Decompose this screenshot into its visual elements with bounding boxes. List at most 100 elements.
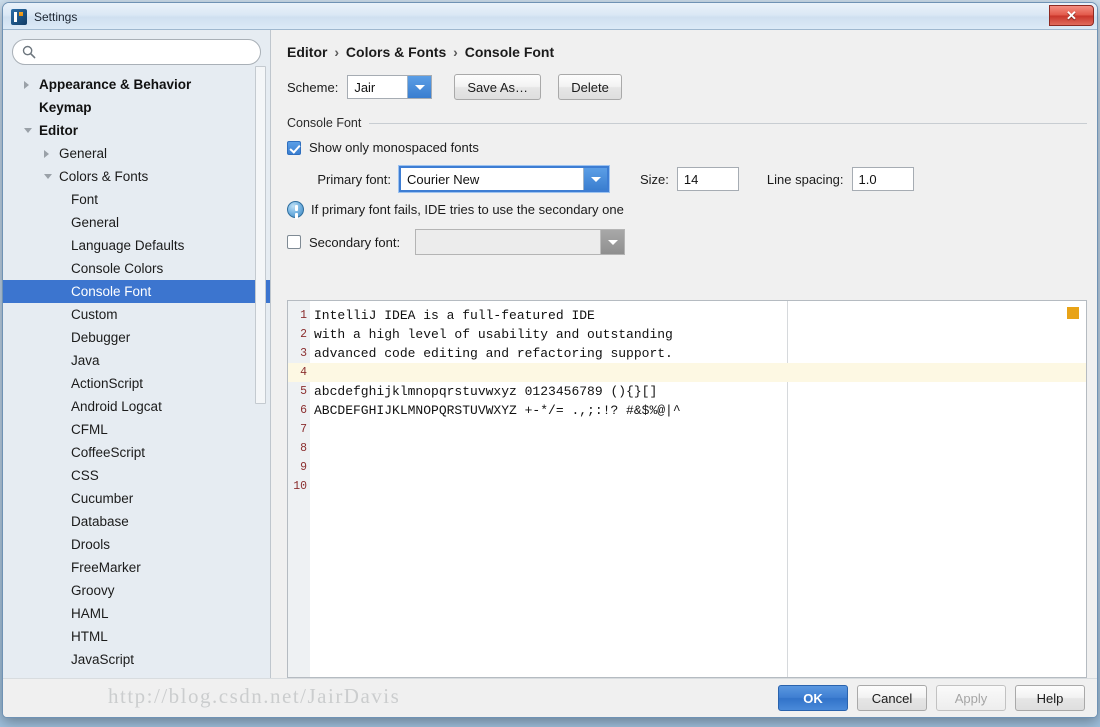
chevron-right-icon[interactable] — [44, 150, 49, 158]
sidebar-item-cfml[interactable]: CFML — [3, 418, 270, 441]
sidebar-item-label: Custom — [71, 307, 118, 322]
scheme-combo-value: Jair — [354, 79, 376, 95]
sidebar-item-android-logcat[interactable]: Android Logcat — [3, 395, 270, 418]
close-icon[interactable]: ✕ — [1049, 5, 1094, 26]
help-button[interactable]: Help — [1015, 685, 1085, 711]
preview-line-text: with a high level of usability and outst… — [314, 327, 673, 342]
watermark: http://blog.csdn.net/JairDavis — [108, 684, 401, 708]
close-glyph: ✕ — [1066, 7, 1077, 23]
secondary-font-checkbox[interactable] — [287, 235, 301, 249]
sidebar-item-font[interactable]: Font — [3, 188, 270, 211]
breadcrumb: Editor › Colors & Fonts › Console Font — [287, 44, 1087, 60]
sidebar-item-haml[interactable]: HAML — [3, 602, 270, 625]
settings-tree[interactable]: Appearance & Behavior Keymap Editor General… — [3, 71, 270, 679]
chevron-down-icon[interactable] — [407, 76, 432, 98]
sidebar-item-drools[interactable]: Drools — [3, 533, 270, 556]
show-monospaced-checkbox[interactable] — [287, 140, 301, 155]
preview-line: 8 — [288, 439, 1086, 458]
search-box[interactable] — [12, 39, 261, 65]
sidebar-item-actionscript[interactable]: ActionScript — [3, 372, 270, 395]
search-input[interactable] — [12, 39, 261, 65]
dialog-footer: http://blog.csdn.net/JairDavis OK Cancel… — [3, 678, 1097, 717]
sidebar-item-custom[interactable]: Custom — [3, 303, 270, 326]
line-spacing-label: Line spacing: — [766, 171, 844, 187]
sidebar-item-label: Cucumber — [71, 491, 134, 506]
breadcrumb-separator-icon: › — [334, 44, 340, 60]
preview-line: 9 — [288, 458, 1086, 477]
chevron-down-icon[interactable] — [600, 230, 625, 254]
settings-sidebar: Appearance & Behavior Keymap Editor General… — [3, 30, 271, 680]
sidebar-item-label: Console Colors — [71, 261, 164, 276]
line-number: 6 — [300, 404, 307, 417]
sidebar-item-label: Java — [71, 353, 100, 368]
group-title: Console Font — [287, 116, 362, 130]
cancel-button[interactable]: Cancel — [857, 685, 927, 711]
sidebar-item-css[interactable]: CSS — [3, 464, 270, 487]
sidebar-item-freemarker[interactable]: FreeMarker — [3, 556, 270, 579]
delete-button[interactable]: Delete — [558, 74, 623, 100]
sidebar-item-cucumber[interactable]: Cucumber — [3, 487, 270, 510]
sidebar-item-colors-fonts[interactable]: Colors & Fonts — [3, 165, 270, 188]
save-as-button[interactable]: Save As… — [454, 74, 542, 100]
line-spacing-value: 1.0 — [858, 171, 877, 187]
line-number: 2 — [300, 328, 307, 341]
chevron-down-icon[interactable] — [24, 128, 32, 133]
sidebar-item-database[interactable]: Database — [3, 510, 270, 533]
help-label: Help — [1036, 690, 1064, 706]
sidebar-item-appearance-behavior[interactable]: Appearance & Behavior — [3, 73, 270, 96]
size-input[interactable]: 14 — [676, 167, 739, 191]
sidebar-item-coffeescript[interactable]: CoffeeScript — [3, 441, 270, 464]
primary-font-label: Primary font: — [317, 171, 391, 187]
secondary-font-row: Secondary font: — [287, 229, 1087, 255]
sidebar-item-editor[interactable]: Editor — [3, 119, 270, 142]
sidebar-item-label: Colors & Fonts — [59, 169, 149, 184]
line-spacing-input[interactable]: 1.0 — [851, 167, 914, 191]
ok-button[interactable]: OK — [778, 685, 848, 711]
sidebar-item-label: Drools — [71, 537, 111, 552]
sidebar-scrollbar-thumb[interactable] — [255, 66, 266, 404]
error-stripe-marker[interactable] — [1067, 307, 1079, 319]
sidebar-item-label: General — [71, 215, 120, 230]
console-font-group-header: Console Font — [287, 116, 1087, 130]
sidebar-item-general[interactable]: General — [3, 142, 270, 165]
preview-line-text: advanced code editing and refactoring su… — [314, 346, 673, 361]
line-number: 8 — [300, 442, 307, 455]
sidebar-item-label: Android Logcat — [71, 399, 162, 414]
chevron-down-icon[interactable] — [44, 174, 52, 179]
scheme-label: Scheme: — [287, 79, 339, 95]
font-preview-editor[interactable]: 1 IntelliJ IDEA is a full-featured IDE 2 wi… — [287, 300, 1087, 678]
line-number: 7 — [300, 423, 307, 436]
sidebar-item-label: Database — [71, 514, 129, 529]
info-icon — [287, 201, 304, 218]
sidebar-item-label: CoffeeScript — [71, 445, 146, 460]
scheme-combo[interactable]: Jair — [347, 75, 433, 99]
size-label: Size: — [640, 171, 669, 187]
sidebar-item-debugger[interactable]: Debugger — [3, 326, 270, 349]
window-title: Settings — [34, 9, 78, 24]
sidebar-item-label: CSS — [71, 468, 99, 483]
breadcrumb-part-colors-fonts[interactable]: Colors & Fonts — [346, 44, 446, 60]
primary-font-value: Courier New — [407, 171, 480, 187]
secondary-font-label: Secondary font: — [309, 234, 401, 250]
sidebar-item-label: Console Font — [71, 284, 152, 299]
primary-font-combo[interactable]: Courier New — [399, 166, 609, 192]
sidebar-item-java[interactable]: Java — [3, 349, 270, 372]
dialog-body: Appearance & Behavior Keymap Editor General… — [3, 30, 1097, 680]
settings-dialog: Settings ✕ Appearance & Behavior Keymap Ed… — [2, 2, 1098, 718]
chevron-down-icon[interactable] — [583, 168, 607, 190]
sidebar-item-general[interactable]: General — [3, 211, 270, 234]
sidebar-item-console-font[interactable]: Console Font — [3, 280, 270, 303]
sidebar-item-label: CFML — [71, 422, 108, 437]
chevron-right-icon[interactable] — [24, 81, 29, 89]
sidebar-item-label: Keymap — [39, 100, 92, 115]
sidebar-item-language-defaults[interactable]: Language Defaults — [3, 234, 270, 257]
preview-line: 5 abcdefghijklmnopqrstuvwxyz 0123456789 (… — [288, 382, 1086, 401]
sidebar-item-html[interactable]: HTML — [3, 625, 270, 648]
sidebar-item-groovy[interactable]: Groovy — [3, 579, 270, 602]
breadcrumb-part-editor[interactable]: Editor — [287, 44, 327, 60]
line-number: 9 — [300, 461, 307, 474]
sidebar-item-console-colors[interactable]: Console Colors — [3, 257, 270, 280]
sidebar-item-javascript[interactable]: JavaScript — [3, 648, 270, 671]
sidebar-item-keymap[interactable]: Keymap — [3, 96, 270, 119]
secondary-font-combo[interactable] — [415, 229, 626, 255]
